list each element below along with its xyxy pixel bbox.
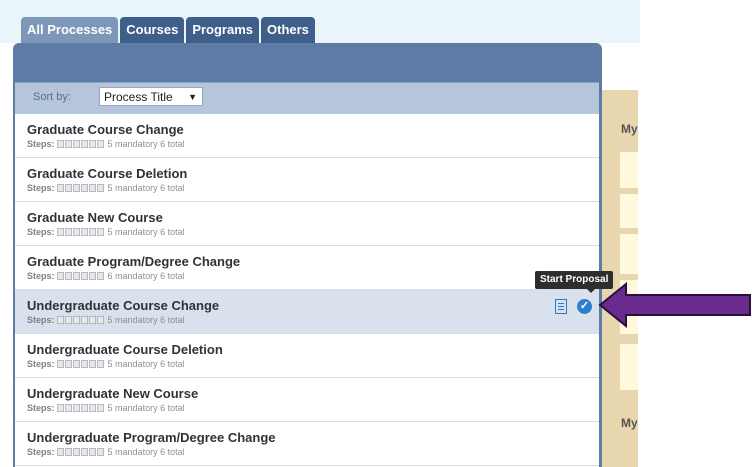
process-item[interactable]: Graduate Program/Degree Change Steps: 6 … — [15, 246, 599, 290]
check-circle-icon[interactable]: ✓ — [577, 299, 592, 314]
caret-down-icon: ▼ — [188, 92, 197, 102]
process-item[interactable]: Undergraduate Program/Degree Change Step… — [15, 422, 599, 466]
tab-courses[interactable]: Courses — [120, 17, 185, 43]
process-title: Undergraduate New Course — [27, 386, 199, 401]
process-steps: Steps: 5 mandatory 6 total — [27, 139, 185, 149]
tab-all-processes[interactable]: All Processes — [21, 17, 119, 43]
process-item[interactable]: Undergraduate Course Deletion Steps: 5 m… — [15, 334, 599, 378]
process-steps: Steps: 5 mandatory 6 total — [27, 359, 185, 369]
right-pane-box — [620, 152, 638, 188]
right-pane-label: My — [621, 122, 638, 136]
arrow-left-icon — [598, 282, 751, 328]
process-steps: Steps: 5 mandatory 6 total — [27, 315, 185, 325]
sort-select[interactable]: Process Title ▼ — [99, 87, 203, 106]
tab-programs[interactable]: Programs — [186, 17, 260, 43]
right-pane-box — [620, 234, 638, 274]
tab-others[interactable]: Others — [261, 17, 315, 43]
process-item[interactable]: Undergraduate New Course Steps: 5 mandat… — [15, 378, 599, 422]
process-item[interactable]: Graduate Course Change Steps: 5 mandator… — [15, 114, 599, 158]
process-title: Graduate Program/Degree Change — [27, 254, 241, 269]
process-steps: Steps: 5 mandatory 6 total — [27, 183, 185, 193]
process-title: Graduate Course Change — [27, 122, 184, 137]
sort-label: Sort by: — [33, 91, 71, 103]
right-pane-box — [620, 344, 638, 390]
process-item[interactable]: Graduate Course Deletion Steps: 5 mandat… — [15, 158, 599, 202]
process-list: Graduate Course Change Steps: 5 mandator… — [15, 114, 599, 467]
process-title: Graduate Course Deletion — [27, 166, 188, 181]
process-item-selected[interactable]: Undergraduate Course Change Steps: 5 man… — [15, 290, 599, 334]
process-item[interactable]: Graduate New Course Steps: 5 mandatory 6… — [15, 202, 599, 246]
document-icon[interactable] — [555, 299, 567, 314]
process-steps: Steps: 6 mandatory 6 total — [27, 271, 185, 281]
process-title: Undergraduate Program/Degree Change — [27, 430, 276, 445]
sort-bar: Sort by: Process Title ▼ — [15, 82, 599, 114]
right-pane-label: My — [621, 416, 638, 430]
right-pane-box — [620, 194, 638, 228]
process-steps: Steps: 5 mandatory 6 total — [27, 227, 185, 237]
process-steps: Steps: 5 mandatory 6 total — [27, 403, 185, 413]
process-tabs: All Processes Courses Programs Others — [21, 17, 315, 43]
process-title: Undergraduate Course Deletion — [27, 342, 223, 357]
process-title: Undergraduate Course Change — [27, 298, 220, 313]
process-steps: Steps: 5 mandatory 6 total — [27, 447, 185, 457]
sort-selected-value: Process Title — [104, 90, 173, 104]
process-title: Graduate New Course — [27, 210, 163, 225]
